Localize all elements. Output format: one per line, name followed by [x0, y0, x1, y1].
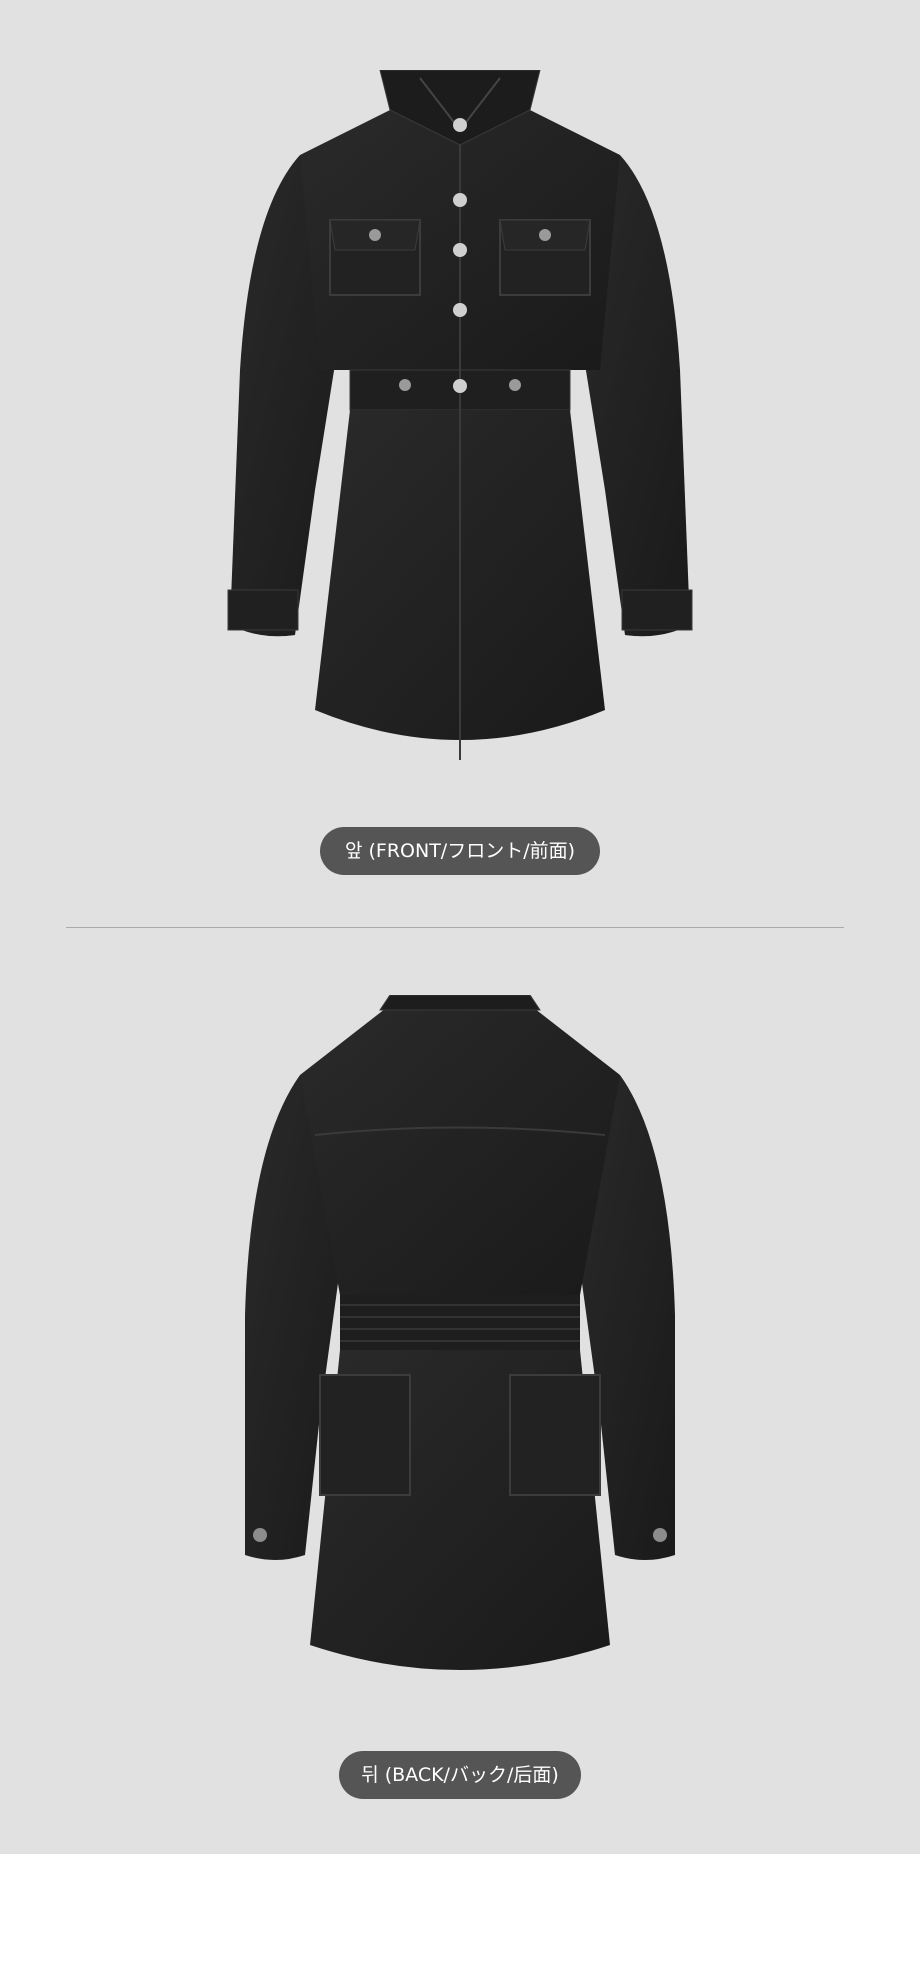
front-view-label: 앞 (FRONT/フロント/前面): [320, 827, 600, 875]
back-view-label: 뒤 (BACK/バック/后面): [339, 1751, 581, 1799]
product-detail-panel: 앞 (FRONT/フロント/前面) 뒤 (BACK/バック/后面): [0, 0, 920, 1854]
section-divider: [66, 927, 844, 928]
bottom-whitespace: [0, 1854, 920, 1979]
back-view-photo: [230, 995, 690, 1695]
front-view-photo: [220, 70, 700, 770]
